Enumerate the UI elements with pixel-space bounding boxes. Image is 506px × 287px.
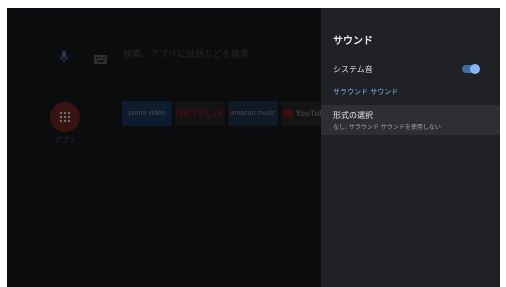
launcher-background: 検索、アプリに話題などを検索 アプリ prime video NETFLIX a… bbox=[7, 8, 331, 287]
panel-title: サウンド bbox=[333, 36, 373, 47]
system-sound-label: システム音 bbox=[333, 65, 373, 74]
tv-screen: 検索、アプリに話題などを検索 アプリ prime video NETFLIX a… bbox=[7, 8, 500, 287]
surround-section-header: サラウンド サウンド bbox=[333, 88, 399, 96]
format-selection-row[interactable]: 形式の選択 なし: サラウンド サウンドを使用しない bbox=[321, 105, 500, 135]
format-selection-label: 形式の選択 bbox=[333, 111, 373, 120]
apps-button[interactable] bbox=[50, 102, 80, 132]
sound-settings-panel: サウンド システム音 サラウンド サウンド 形式の選択 なし: サラウンド サウ… bbox=[321, 8, 500, 287]
tile-label: prime video bbox=[128, 110, 166, 117]
mic-icon[interactable] bbox=[59, 48, 69, 63]
apps-label: アプリ bbox=[54, 136, 76, 144]
system-sound-toggle[interactable] bbox=[462, 64, 480, 74]
search-placeholder[interactable]: 検索、アプリに話題などを検索 bbox=[123, 47, 249, 60]
keyboard-icon[interactable] bbox=[94, 49, 107, 64]
app-tile-amazon-music[interactable]: amazon music bbox=[228, 101, 278, 126]
toggle-knob bbox=[470, 64, 480, 74]
youtube-play-icon bbox=[283, 110, 294, 117]
system-sound-row[interactable]: システム音 bbox=[321, 58, 500, 80]
tile-label: NETFLIX bbox=[175, 107, 225, 120]
tile-label: amazon music bbox=[230, 110, 276, 117]
apps-grid-icon bbox=[59, 111, 71, 123]
app-tile-prime-video[interactable]: prime video bbox=[122, 101, 172, 126]
app-tile-netflix[interactable]: NETFLIX bbox=[175, 101, 225, 126]
format-selection-value: なし: サラウンド サウンドを使用しない bbox=[333, 124, 441, 131]
